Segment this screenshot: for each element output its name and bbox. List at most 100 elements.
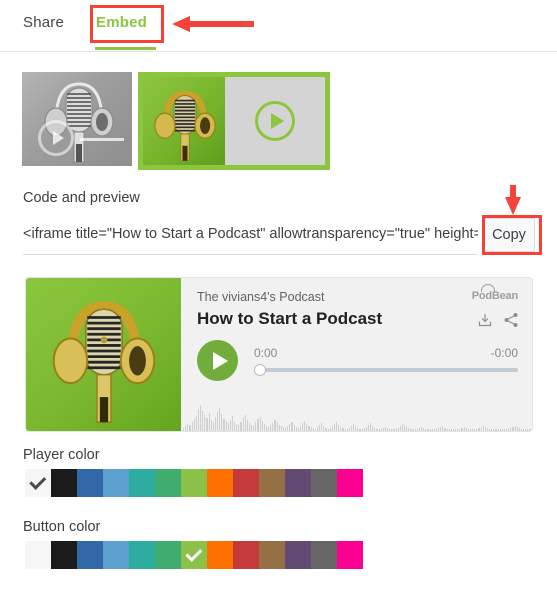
waveform-bar bbox=[404, 425, 406, 431]
waveform-bar bbox=[469, 429, 471, 431]
waveform-bar bbox=[293, 425, 295, 431]
waveform-bar bbox=[261, 421, 263, 431]
waveform-bar bbox=[472, 429, 474, 431]
seek-handle[interactable] bbox=[254, 363, 266, 376]
microphone-artwork-gold-large bbox=[52, 301, 156, 423]
waveform-bar bbox=[527, 429, 529, 431]
code-and-preview-label: Code and preview bbox=[23, 190, 140, 206]
waveform-bar bbox=[202, 411, 204, 431]
waveform-bar bbox=[374, 428, 376, 431]
track-area: 0:00 -0:00 bbox=[254, 346, 518, 376]
tab-bar: Share Embed bbox=[0, 0, 557, 52]
waveform-bar bbox=[523, 429, 525, 431]
seek-track bbox=[261, 367, 518, 372]
waveform-bar bbox=[253, 426, 255, 431]
waveform-bar bbox=[191, 422, 193, 431]
player-color-label: Player color bbox=[23, 447, 100, 463]
microphone-artwork-gold bbox=[154, 90, 216, 162]
button-color-swatch-5[interactable] bbox=[155, 541, 181, 569]
button-color-swatch-12[interactable] bbox=[337, 541, 363, 569]
waveform-bar bbox=[361, 429, 363, 431]
waveform-bar bbox=[212, 422, 214, 431]
waveform-bar bbox=[304, 421, 306, 431]
tab-share[interactable]: Share bbox=[23, 14, 64, 31]
player-color-swatch-7[interactable] bbox=[207, 469, 233, 497]
code-row: <iframe title="How to Start a Podcast" a… bbox=[23, 218, 535, 255]
button-color-swatch-0[interactable] bbox=[25, 541, 51, 569]
check-icon bbox=[28, 472, 46, 490]
copy-button-highlight-box bbox=[482, 215, 542, 255]
waveform-bar bbox=[272, 423, 274, 431]
seek-slider[interactable] bbox=[254, 363, 518, 376]
button-color-swatch-1[interactable] bbox=[51, 541, 77, 569]
waveform-bar bbox=[299, 426, 301, 431]
waveform-bar bbox=[325, 428, 327, 431]
player-color-swatch-5[interactable] bbox=[155, 469, 181, 497]
thumbnail-option-wide[interactable] bbox=[138, 72, 330, 170]
player-color-swatch-4[interactable] bbox=[129, 469, 155, 497]
waveform-bar bbox=[448, 429, 450, 431]
thumbnail-option-classic[interactable] bbox=[22, 72, 132, 166]
player-color-swatch-12[interactable] bbox=[337, 469, 363, 497]
player-preview: The vivians4's Podcast How to Start a Po… bbox=[25, 277, 533, 432]
waveform-bar bbox=[348, 428, 350, 431]
waveform-bar bbox=[397, 428, 399, 431]
button-color-swatch-7[interactable] bbox=[207, 541, 233, 569]
waveform-bar bbox=[499, 429, 501, 431]
waveform-bar bbox=[433, 429, 435, 431]
button-color-swatch-9[interactable] bbox=[259, 541, 285, 569]
play-icon bbox=[255, 101, 295, 141]
play-button[interactable] bbox=[197, 340, 238, 381]
button-color-swatch-8[interactable] bbox=[233, 541, 259, 569]
player-color-swatch-9[interactable] bbox=[259, 469, 285, 497]
waveform-bar bbox=[321, 423, 323, 431]
waveform-bar bbox=[497, 429, 499, 431]
waveform-bar bbox=[395, 429, 397, 431]
player-color-swatch-10[interactable] bbox=[285, 469, 311, 497]
button-color-label: Button color bbox=[23, 519, 101, 535]
waveform-bar bbox=[238, 425, 240, 431]
player-color-swatch-2[interactable] bbox=[77, 469, 103, 497]
download-icon[interactable] bbox=[477, 312, 493, 328]
waveform-bar bbox=[285, 428, 287, 431]
waveform-bar bbox=[431, 429, 433, 431]
button-color-swatch-6[interactable] bbox=[181, 541, 207, 569]
waveform-bar bbox=[333, 424, 335, 431]
waveform-bar bbox=[452, 429, 454, 431]
player-action-icons bbox=[477, 312, 519, 328]
waveform-bar bbox=[197, 409, 199, 431]
waveform-bar bbox=[327, 429, 329, 431]
waveform-bar bbox=[508, 429, 510, 431]
waveform-bar bbox=[489, 429, 491, 431]
waveform-bar bbox=[512, 427, 514, 431]
button-color-swatch-4[interactable] bbox=[129, 541, 155, 569]
share-icon[interactable] bbox=[503, 312, 519, 328]
waveform-bar bbox=[357, 428, 359, 431]
waveform-bar bbox=[501, 429, 503, 431]
player-color-swatch-11[interactable] bbox=[311, 469, 337, 497]
progress-bar-decoration bbox=[80, 138, 124, 141]
player-color-swatch-8[interactable] bbox=[233, 469, 259, 497]
waveform-bar bbox=[429, 429, 431, 431]
player-color-swatch-6[interactable] bbox=[181, 469, 207, 497]
podcast-name: The vivians4's Podcast bbox=[197, 290, 325, 304]
player-color-swatch-1[interactable] bbox=[51, 469, 77, 497]
button-color-swatch-3[interactable] bbox=[103, 541, 129, 569]
podbean-wordmark: PodBean bbox=[472, 284, 518, 302]
waveform-bar bbox=[206, 418, 208, 431]
button-color-swatch-2[interactable] bbox=[77, 541, 103, 569]
waveform-bar bbox=[187, 424, 189, 431]
waveform-bar bbox=[406, 427, 408, 431]
check-icon bbox=[184, 544, 202, 562]
button-color-swatch-11[interactable] bbox=[311, 541, 337, 569]
embed-code-input[interactable]: <iframe title="How to Start a Podcast" a… bbox=[23, 222, 478, 246]
waveform-bar bbox=[282, 427, 284, 431]
waveform-bar bbox=[414, 429, 416, 431]
waveform-bar bbox=[308, 426, 310, 431]
player-color-swatch-3[interactable] bbox=[103, 469, 129, 497]
button-color-swatch-10[interactable] bbox=[285, 541, 311, 569]
waveform-bar bbox=[259, 417, 261, 431]
player-color-swatch-0[interactable] bbox=[25, 469, 51, 497]
waveform-bar bbox=[391, 429, 393, 431]
waveform-bar bbox=[378, 429, 380, 431]
